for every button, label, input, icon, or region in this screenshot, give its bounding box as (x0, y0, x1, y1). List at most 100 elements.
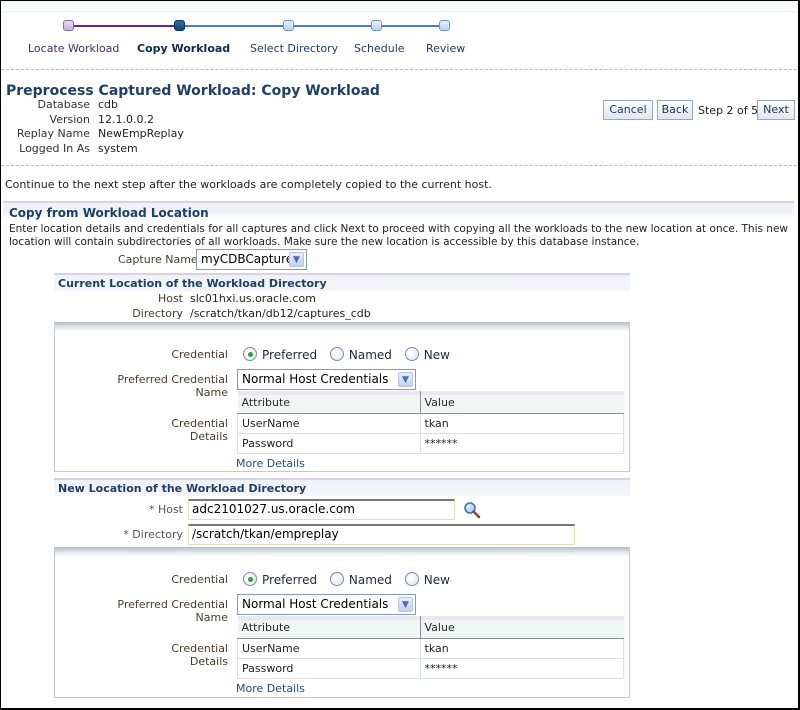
train-step-schedule (371, 20, 382, 31)
next-button[interactable]: Next (757, 100, 795, 120)
radio-label: Named (348, 348, 392, 362)
new-directory-input[interactable]: /scratch/tkan/empreplay (188, 524, 575, 545)
radio-label: Preferred (262, 573, 318, 587)
radio-preferred[interactable]: Preferred (243, 572, 318, 587)
divider (1, 69, 797, 70)
cell-value: tkan (419, 638, 624, 659)
current-more-details-link[interactable]: More Details (236, 457, 305, 470)
capture-name-label: Capture Name (118, 253, 198, 266)
current-pref-cred-value: Normal Host Credentials (242, 372, 389, 386)
info-label: Database (37, 98, 91, 111)
radio-named[interactable]: Named (329, 572, 392, 587)
table-row: Password ****** (237, 658, 624, 679)
cell-attribute: Password (237, 658, 421, 679)
new-host-input[interactable]: adc2101027.us.oracle.com (188, 499, 455, 520)
current-directory-value: /scratch/tkan/db12/captures_cdb (190, 307, 371, 320)
radio-new[interactable]: New (404, 347, 450, 362)
radio-icon[interactable] (329, 347, 344, 361)
radio-label: New (423, 348, 450, 362)
radio-label: Preferred (262, 348, 318, 362)
train-step-copy-workload (174, 20, 185, 31)
current-credential-label: Credential (171, 348, 228, 361)
capture-name-select[interactable]: myCDBCapture ▼ (196, 249, 307, 270)
info-row-database: Database cdb (0, 98, 184, 113)
new-pref-cred-value: Normal Host Credentials (242, 597, 389, 611)
radio-icon[interactable] (329, 572, 344, 586)
page-title: Preprocess Captured Workload: Copy Workl… (6, 83, 380, 99)
radio-label: New (423, 573, 450, 587)
cell-attribute: UserName (237, 413, 421, 434)
new-cred-details-label: Credential Details (171, 642, 228, 668)
info-label: Replay Name (16, 127, 90, 140)
top-strip (1, 1, 797, 12)
cell-value: ****** (419, 658, 624, 679)
current-host-value: slc01hxi.us.oracle.com (190, 292, 316, 305)
table-row: UserName tkan (237, 638, 624, 659)
info-value: system (98, 141, 138, 155)
radio-preferred[interactable]: Preferred (243, 347, 318, 362)
radio-icon[interactable] (404, 572, 419, 586)
train-label-locate-workload[interactable]: Locate Workload (28, 42, 119, 55)
new-credential-label: Credential (171, 573, 228, 586)
new-pref-cred-name-label: Preferred Credential Name (117, 598, 228, 624)
table-row: Password ****** (237, 433, 624, 454)
column-header-value: Value (420, 391, 624, 414)
train-step-locate-workload[interactable] (63, 20, 74, 31)
info-row-version: Version 12.1.0.0.2 (0, 113, 184, 128)
new-pref-cred-select[interactable]: Normal Host Credentials ▼ (237, 594, 416, 615)
cell-attribute: Password (237, 433, 421, 454)
step-indicator: Step 2 of 5 (698, 104, 759, 117)
subsection-title-new-location: New Location of the Workload Directory (58, 482, 307, 495)
train-label-review: Review (426, 42, 466, 55)
current-cred-details-table: Attribute Value UserName tkan Password *… (237, 391, 624, 454)
new-more-details-link[interactable]: More Details (236, 682, 305, 695)
new-credential-radio-group: Preferred Named New (243, 572, 459, 587)
panel-top-shade (55, 547, 629, 557)
divider (1, 165, 797, 166)
current-pref-cred-select[interactable]: Normal Host Credentials ▼ (237, 369, 416, 390)
cancel-button[interactable]: Cancel (603, 100, 653, 120)
cell-value: ****** (419, 433, 624, 454)
info-row-logged-in-as: Logged In As system (0, 142, 184, 157)
train-step-review (439, 20, 450, 31)
table-row: UserName tkan (237, 413, 624, 434)
chevron-down-icon[interactable]: ▼ (398, 372, 413, 387)
radio-selected-icon[interactable] (243, 572, 257, 586)
new-directory-label: * Directory (123, 528, 183, 541)
section-description: Enter location details and credentials f… (9, 223, 788, 248)
new-host-label: * Host (148, 503, 183, 516)
radio-new[interactable]: New (404, 572, 450, 587)
cell-attribute: UserName (237, 638, 421, 659)
chevron-down-icon[interactable]: ▼ (289, 252, 304, 267)
panel-top-shade (55, 322, 629, 332)
info-label: Version (49, 112, 90, 126)
current-pref-cred-name-label: Preferred Credential Name (117, 373, 228, 399)
instruction-note: Continue to the next step after the work… (5, 178, 492, 191)
column-header-attribute: Attribute (237, 616, 421, 639)
current-host-label: Host (157, 292, 183, 305)
chevron-down-icon[interactable]: ▼ (398, 597, 413, 612)
search-icon[interactable] (463, 501, 481, 519)
page-info: Database cdb Version 12.1.0.0.2 Replay Nam… (0, 98, 184, 156)
current-directory-label: Directory (132, 307, 183, 320)
capture-name-value: myCDBCapture (201, 252, 294, 266)
subsection-title-current-location: Current Location of the Workload Directo… (58, 277, 327, 290)
train-connector (74, 25, 180, 27)
train-label-copy-workload: Copy Workload (137, 42, 231, 55)
current-credential-radio-group: Preferred Named New (243, 347, 459, 362)
radio-icon[interactable] (404, 347, 419, 361)
back-button[interactable]: Back (657, 100, 693, 120)
info-label: Logged In As (19, 141, 90, 155)
radio-selected-icon[interactable] (243, 347, 257, 361)
column-header-value: Value (420, 616, 624, 639)
cell-value: tkan (419, 413, 624, 434)
radio-named[interactable]: Named (329, 347, 392, 362)
info-row-replay-name: Replay Name NewEmpReplay (0, 127, 184, 142)
section-title-copy-from: Copy from Workload Location (9, 206, 209, 220)
new-cred-details-table: Attribute Value UserName tkan Password *… (237, 616, 624, 679)
train-label-select-directory: Select Directory (250, 42, 339, 55)
radio-label: Named (348, 573, 392, 587)
wizard-train: Locate Workload Copy Workload Select Dir… (0, 14, 480, 64)
column-header-attribute: Attribute (237, 391, 421, 414)
current-cred-details-label: Credential Details (171, 417, 228, 443)
